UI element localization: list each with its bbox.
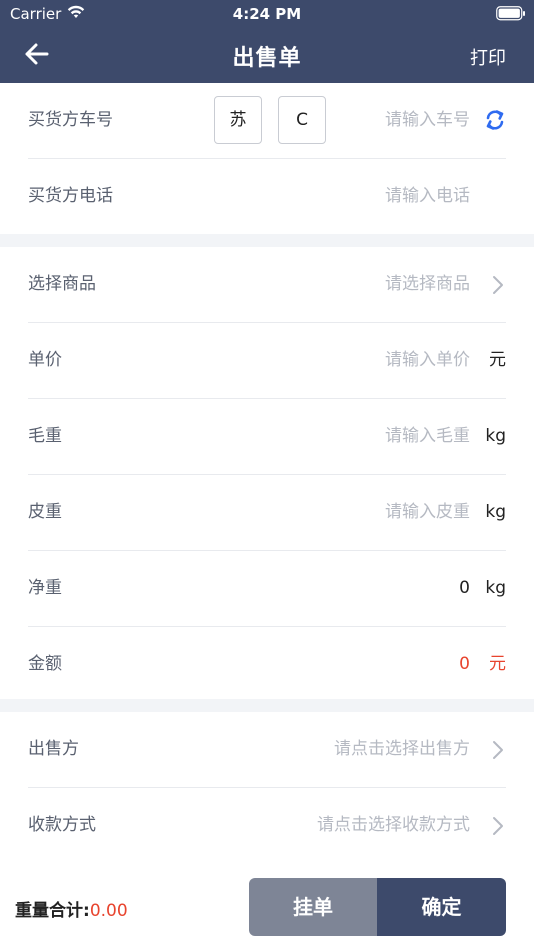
- phone-row: 买货方电话 请输入电话: [28, 159, 506, 235]
- plate-row: 买货方车号 苏 C 请输入车号: [28, 83, 506, 159]
- battery-icon: [496, 6, 526, 25]
- gross-weight-unit: kg: [485, 426, 506, 446]
- payment-method-row[interactable]: 收款方式 请点击选择收款方式: [28, 788, 506, 864]
- total-weight-value: 0.00: [89, 901, 128, 921]
- price-row: 单价 请输入单价 元: [28, 323, 506, 399]
- tare-weight-input[interactable]: 请输入皮重: [385, 475, 470, 550]
- seller-row[interactable]: 出售方 请点击选择出售方: [28, 712, 506, 788]
- total-weight: 重量合计:0.00: [15, 896, 128, 921]
- amount-label: 金额: [28, 654, 62, 674]
- print-button[interactable]: 打印: [470, 44, 506, 70]
- price-label: 单价: [28, 350, 62, 370]
- phone-label: 买货方电话: [28, 186, 113, 206]
- seller-select[interactable]: 请点击选择出售方: [334, 712, 470, 787]
- seller-label: 出售方: [28, 739, 79, 759]
- status-time: 4:24 PM: [232, 5, 302, 23]
- amount-unit: 元: [489, 654, 506, 674]
- gross-weight-label: 毛重: [28, 426, 62, 446]
- tare-weight-row: 皮重 请输入皮重 kg: [28, 475, 506, 551]
- hold-order-button[interactable]: 挂单: [249, 878, 377, 936]
- amount-row: 金额 0 元: [28, 627, 506, 703]
- plate-number-input[interactable]: 请输入车号: [385, 83, 470, 158]
- amount-value: 0: [459, 654, 470, 674]
- gross-weight-input[interactable]: 请输入毛重: [385, 399, 470, 474]
- gross-weight-row: 毛重 请输入毛重 kg: [28, 399, 506, 475]
- payment-method-select[interactable]: 请点击选择收款方式: [317, 788, 470, 863]
- refresh-icon[interactable]: [484, 109, 506, 131]
- tare-weight-label: 皮重: [28, 502, 62, 522]
- nav-bar: 出售单 打印: [0, 28, 534, 83]
- seller-section: 出售方 请点击选择出售方 收款方式 请点击选择收款方式: [0, 712, 534, 868]
- goods-section: 选择商品 请选择商品 单价 请输入单价 元 毛重 请输入毛重 kg 皮重 请输入…: [0, 247, 534, 699]
- net-weight-unit: kg: [485, 578, 506, 598]
- price-unit: 元: [489, 350, 506, 370]
- plate-letter-button[interactable]: C: [278, 96, 326, 144]
- net-weight-value: 0: [459, 578, 470, 598]
- phone-input[interactable]: 请输入电话: [385, 159, 470, 234]
- net-weight-label: 净重: [28, 578, 62, 598]
- buyer-section: 买货方车号 苏 C 请输入车号 买货方电话 请输入电话: [0, 83, 534, 234]
- page-title: 出售单: [232, 46, 302, 71]
- chevron-right-icon: [493, 276, 503, 294]
- confirm-button[interactable]: 确定: [377, 878, 506, 936]
- chevron-right-icon: [493, 817, 503, 835]
- product-select[interactable]: 请选择商品: [385, 247, 470, 322]
- status-bar: Carrier 4:24 PM: [0, 0, 534, 28]
- bottom-action-bar: 重量合计:0.00 挂单 确定: [0, 868, 534, 950]
- plate-label: 买货方车号: [28, 110, 113, 130]
- payment-method-label: 收款方式: [28, 815, 96, 835]
- action-buttons: 挂单 确定: [249, 878, 506, 936]
- product-row[interactable]: 选择商品 请选择商品: [28, 247, 506, 323]
- chevron-right-icon: [493, 741, 503, 759]
- tare-weight-unit: kg: [485, 502, 506, 522]
- net-weight-row: 净重 0 kg: [28, 551, 506, 627]
- product-label: 选择商品: [28, 274, 96, 294]
- app-header: Carrier 4:24 PM 出售单 打印: [0, 0, 534, 83]
- plate-province-button[interactable]: 苏: [214, 96, 262, 144]
- price-input[interactable]: 请输入单价: [385, 323, 470, 398]
- total-weight-label: 重量合计:: [15, 901, 90, 921]
